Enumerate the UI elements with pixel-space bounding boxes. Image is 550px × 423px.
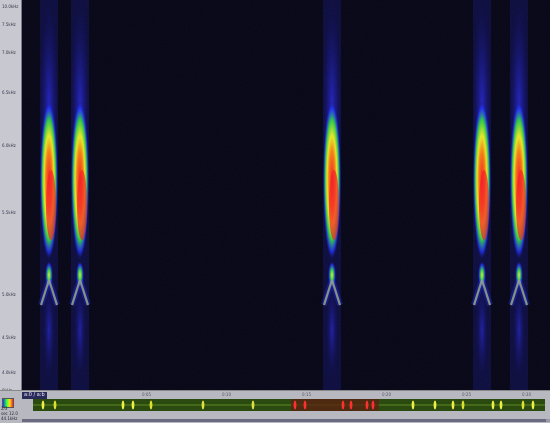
- waveform-peak: [121, 400, 125, 410]
- spectrogram-canvas[interactable]: [22, 0, 550, 390]
- waveform-peak: [451, 400, 455, 410]
- waveform-peak: [461, 400, 465, 410]
- waveform-peak: [293, 400, 297, 410]
- time-tick-label: 0:20: [382, 392, 391, 397]
- waveform-peak: [251, 400, 255, 410]
- time-tick-label: 0:15: [302, 392, 311, 397]
- time-tick-label: 0:25: [462, 392, 471, 397]
- frequency-tick-label: 7.0kHz: [2, 50, 16, 55]
- frequency-tick-label: 5.5kHz: [2, 210, 16, 215]
- frequency-tick-label: 6.5kHz: [2, 90, 16, 95]
- waveform-peak: [411, 400, 415, 410]
- frequency-tick-label: 4.0kHz: [2, 370, 16, 375]
- frequency-axis: 10.0kHz 7.5kHz 7.0kHz 6.5kHz 6.0kHz 5.5kHz 5.0…: [0, 0, 22, 393]
- waveform-peak: [365, 400, 369, 410]
- waveform-peak: [303, 400, 307, 410]
- waveform-peak: [131, 400, 135, 410]
- frequency-tick-label: 10.0kHz: [2, 4, 19, 9]
- frequency-tick-label: 6.0kHz: [2, 143, 16, 148]
- waveform-peak: [41, 400, 45, 410]
- frequency-tick-label: 5.0kHz: [2, 292, 16, 297]
- waveform-peak: [349, 400, 353, 410]
- waveform-peak: [53, 400, 57, 410]
- waveform-peak: [531, 400, 535, 410]
- waveform-track[interactable]: [33, 399, 545, 411]
- frequency-tick-label: 4.5kHz: [2, 335, 16, 340]
- time-tick-label: 0:10: [222, 392, 231, 397]
- waveform-peak: [201, 400, 205, 410]
- waveform-peak: [433, 400, 437, 410]
- waveform-peak: [149, 400, 153, 410]
- time-tick-label: 0:05: [142, 392, 151, 397]
- waveform-peak: [521, 400, 525, 410]
- file-info-text: 44.1kHz: [1, 416, 18, 421]
- frequency-tick-label: 7.5kHz: [2, 22, 16, 27]
- waveform-peak: [341, 400, 345, 410]
- waveform-peak: [371, 400, 375, 410]
- waveform-peak: [499, 400, 503, 410]
- time-ruler: 0:05 0:10 0:15 0:20 0:25 0:30: [22, 392, 546, 397]
- time-tick-label: 0:30: [522, 392, 531, 397]
- waveform-peak: [491, 400, 495, 410]
